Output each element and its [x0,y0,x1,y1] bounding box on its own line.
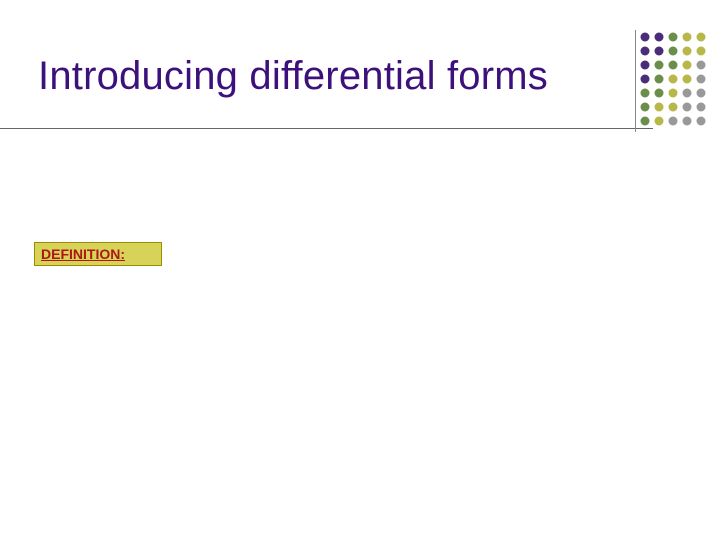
slide: Introducing differential forms DEFINITIO… [0,0,720,540]
title-underline [0,128,653,129]
dot-grid-icon [638,30,708,132]
definition-label: DEFINITION: [41,246,125,262]
slide-title: Introducing differential forms [38,54,548,99]
definition-box: DEFINITION: [34,242,162,266]
decoration-separator [635,30,636,132]
